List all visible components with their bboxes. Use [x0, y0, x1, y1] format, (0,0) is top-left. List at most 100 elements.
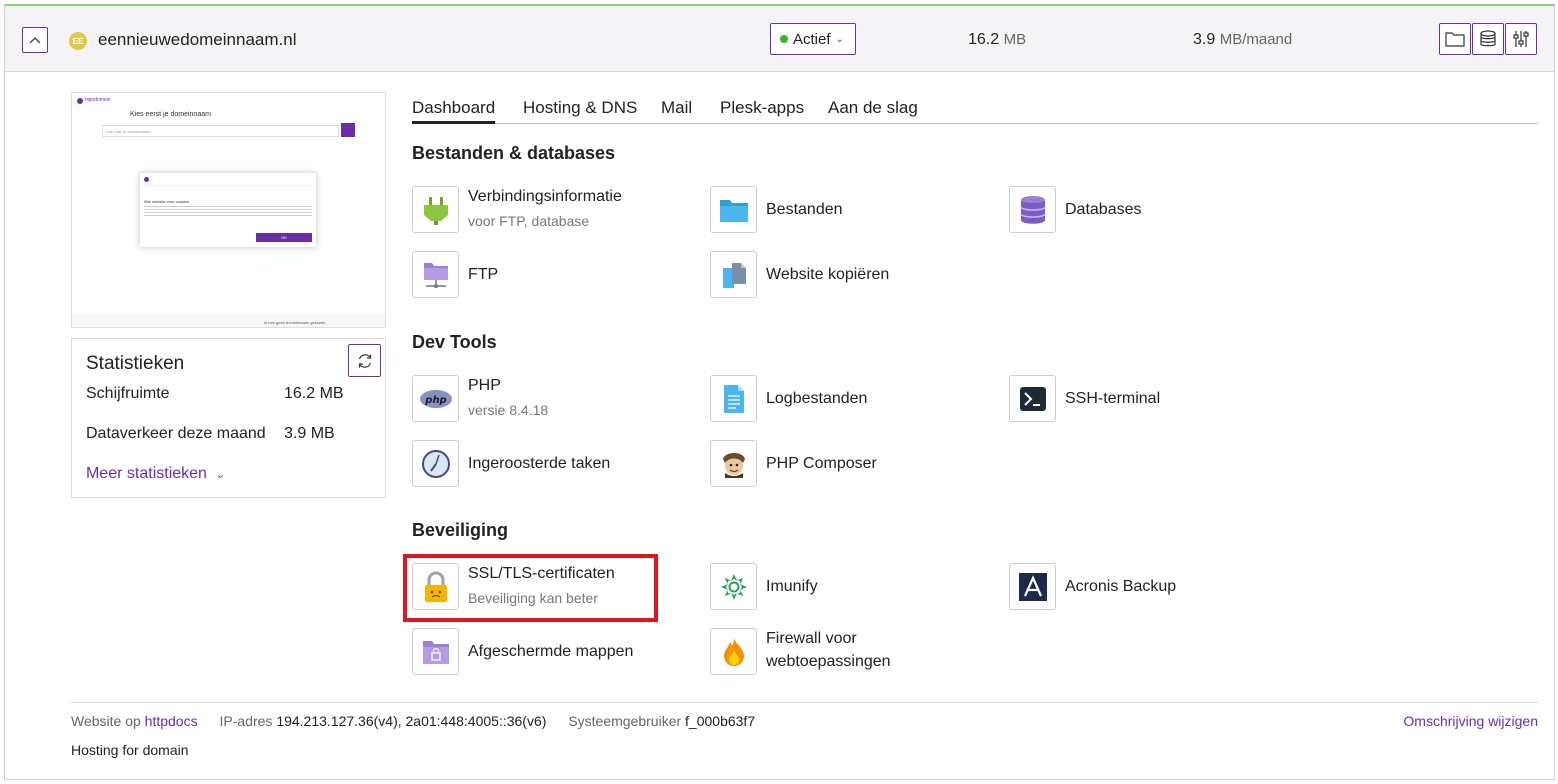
- status-dropdown[interactable]: Actief ⌄: [770, 23, 856, 55]
- tile-imunify[interactable]: Imunify: [710, 563, 910, 611]
- tile-php[interactable]: php PHP versie 8.4.18: [412, 375, 612, 423]
- tile-databases-label: Databases: [1065, 201, 1142, 218]
- stat-value-disk: 16.2 MB: [284, 385, 344, 402]
- tile-php-sub: versie 8.4.18: [468, 402, 549, 418]
- website-preview[interactable]: mijndomein Kies eerst je domeinnaam Voer…: [71, 92, 386, 328]
- tile-web-firewall[interactable]: Firewall voor webtoepassingen: [710, 628, 930, 676]
- database-stack-icon: [1009, 186, 1056, 233]
- protected-folder-icon: [412, 628, 459, 675]
- chevron-down-icon: ⌄: [835, 33, 844, 45]
- preview-search-button: [341, 123, 355, 137]
- imunify-icon: [710, 563, 757, 610]
- tile-acronis-backup[interactable]: Acronis Backup: [1009, 563, 1229, 611]
- httpdocs-link[interactable]: httpdocs: [145, 713, 198, 729]
- sliders-icon: [1513, 31, 1529, 47]
- preview-brand: mijndomein: [85, 97, 111, 103]
- tab-getting-started[interactable]: Aan de slag: [828, 98, 918, 124]
- log-file-icon: [710, 375, 757, 422]
- domain-name[interactable]: eennieuwedomeinnaam.nl: [98, 30, 296, 50]
- ip-prefix: IP-adres: [219, 713, 273, 729]
- copy-pages-icon: [710, 251, 757, 298]
- tile-website-copy-label: Website kopiëren: [766, 266, 890, 283]
- acronis-icon: [1009, 563, 1056, 610]
- tile-connection-info[interactable]: Verbindingsinformatie voor FTP, database: [412, 186, 692, 234]
- php-icon: php: [412, 375, 459, 422]
- tab-mail[interactable]: Mail: [661, 98, 692, 124]
- tab-plesk-apps[interactable]: Plesk-apps: [720, 98, 804, 124]
- disk-usage: 16.2 MB: [968, 31, 1026, 49]
- section-title-files: Bestanden & databases: [412, 143, 616, 163]
- more-statistics-link[interactable]: Meer statistieken ⌄: [86, 465, 225, 483]
- tab-bar: Dashboard Hosting & DNS Mail Plesk-apps …: [412, 98, 1538, 124]
- refresh-button[interactable]: [348, 344, 381, 377]
- tile-php-composer-label: PHP Composer: [766, 455, 877, 472]
- preview-dialog-text: [144, 206, 312, 218]
- composer-icon: [710, 440, 757, 487]
- chevron-down-icon: ⌄: [215, 467, 226, 481]
- folder-blue-icon: [710, 186, 757, 233]
- tile-connection-info-label: Verbindingsinformatie: [468, 188, 622, 205]
- preview-dialog-logo-icon: [144, 177, 149, 182]
- folder-icon: [1445, 32, 1465, 47]
- flame-icon: [710, 628, 757, 675]
- preview-page: mijndomein Kies eerst je domeinnaam Voer…: [72, 93, 385, 315]
- preview-bottom-text: Ik heb geen domeinnaam gekozen: [264, 320, 326, 325]
- more-statistics-label: Meer statistieken: [86, 465, 207, 482]
- website-prefix: Website op: [71, 713, 141, 729]
- tile-scheduled-tasks[interactable]: Ingeroosterde taken: [412, 440, 652, 488]
- tile-ssh-terminal[interactable]: SSH-terminal: [1009, 375, 1209, 423]
- disk-value: 16.2: [968, 31, 1000, 48]
- stat-label-traffic: Dataverkeer deze maand: [86, 425, 266, 442]
- tile-databases[interactable]: Databases: [1009, 186, 1209, 234]
- tile-imunify-label: Imunify: [766, 578, 818, 595]
- footer-divider: [71, 702, 1538, 703]
- svg-text:php: php: [424, 395, 446, 406]
- traffic-usage: 3.9 MB/maand: [1193, 31, 1292, 49]
- tile-firewall-label-line2: webtoepassingen: [766, 653, 891, 670]
- status-label: Actief: [793, 30, 831, 48]
- tab-dashboard[interactable]: Dashboard: [412, 98, 496, 124]
- system-user-prefix: Systeemgebruiker: [568, 713, 682, 729]
- collapse-button[interactable]: [22, 27, 48, 53]
- footer-info: Website op httpdocs IP-adres 194.213.127…: [71, 713, 755, 729]
- hosting-description: Hosting for domain: [71, 742, 189, 758]
- preview-search: Voer hier je domeinnaam: [102, 125, 339, 137]
- tile-scheduled-tasks-label: Ingeroosterde taken: [468, 455, 611, 472]
- tile-php-composer[interactable]: PHP Composer: [710, 440, 930, 488]
- statistics-title: Statistieken: [86, 353, 185, 374]
- ftp-folder-icon: [412, 251, 459, 298]
- ssl-highlight-box: [403, 554, 658, 622]
- chevron-up-icon: [29, 37, 41, 44]
- disk-unit: MB: [1003, 31, 1027, 48]
- tile-files[interactable]: Bestanden: [710, 186, 910, 234]
- domain-header: EE eennieuwedomeinnaam.nl Actief ⌄ 16.2 …: [5, 6, 1554, 72]
- edit-description-link[interactable]: Omschrijving wijzigen: [1403, 713, 1538, 729]
- clock-icon: [412, 440, 459, 487]
- tile-logs[interactable]: Logbestanden: [710, 375, 910, 423]
- tile-ftp[interactable]: FTP: [412, 251, 612, 299]
- section-title-dev-tools: Dev Tools: [412, 332, 497, 352]
- tile-protected-folders[interactable]: Afgeschermde mappen: [412, 628, 652, 676]
- stat-value-traffic: 3.9 MB: [284, 425, 335, 442]
- tab-hosting-dns[interactable]: Hosting & DNS: [523, 98, 637, 124]
- settings-button[interactable]: [1505, 23, 1537, 55]
- database-icon: [1480, 30, 1496, 47]
- terminal-icon: [1009, 375, 1056, 422]
- refresh-icon: [358, 353, 371, 368]
- traffic-unit: MB/maand: [1219, 31, 1293, 48]
- traffic-value: 3.9: [1193, 31, 1216, 48]
- section-title-security: Beveiliging: [412, 520, 509, 540]
- preview-dialog-button: OK: [256, 233, 312, 242]
- ip-value: 194.213.127.36(v4), 2a01:448:4005::36(v6…: [276, 713, 547, 729]
- tile-ftp-label: FTP: [468, 266, 499, 283]
- tile-logs-label: Logbestanden: [766, 390, 868, 407]
- preview-background: mijndomein Kies eerst je domeinnaam Voer…: [72, 93, 385, 327]
- tile-website-copy[interactable]: Website kopiëren: [710, 251, 930, 299]
- preview-heading: Kies eerst je domeinnaam: [130, 111, 211, 118]
- preview-dialog-divider: [144, 185, 312, 186]
- preview-dialog-title: Wie website voor cookies: [144, 199, 190, 204]
- tile-ssh-terminal-label: SSH-terminal: [1065, 390, 1161, 407]
- tile-protected-folders-label: Afgeschermde mappen: [468, 643, 634, 660]
- file-manager-button[interactable]: [1439, 23, 1471, 55]
- databases-button[interactable]: [1472, 23, 1504, 55]
